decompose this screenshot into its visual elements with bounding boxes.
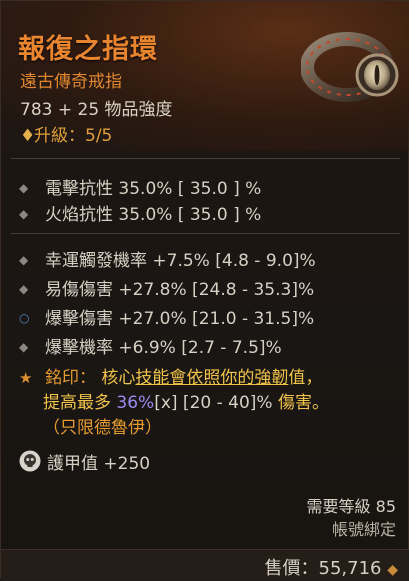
stat-text: 爆擊機率 +6.9% [2.7 - 7.5]% bbox=[45, 338, 282, 358]
implicit-stat: ◆ 電擊抗性 35.0% [ 35.0 ] % bbox=[19, 174, 261, 199]
bullet-icon: ◆ bbox=[19, 181, 29, 195]
upgrade-text: 升級：5/5 bbox=[34, 126, 113, 146]
stat-text: 火焰抗性 35.0% [ 35.0 ] % bbox=[45, 205, 262, 225]
implicit-stat: ◆ 火焰抗性 35.0% [ 35.0 ] % bbox=[19, 200, 261, 225]
aspect-percent: 36% bbox=[116, 393, 155, 413]
item-power: 783 + 25 物品強度 bbox=[20, 100, 173, 120]
item-type: 遠古傳奇戒指 bbox=[20, 72, 122, 92]
skull-icon bbox=[19, 450, 41, 472]
aspect-text: 值， bbox=[288, 368, 323, 388]
affix-stat: ○ 爆擊傷害 +27.0% [21.0 - 31.5]% bbox=[19, 304, 314, 329]
aspect-description: ★ 銘印： 核心技能會依照你的強韌值， 提高最多 36%[x] [20 - 40]… bbox=[19, 366, 399, 441]
bullet-icon: ◆ bbox=[19, 253, 29, 267]
divider bbox=[11, 158, 400, 159]
aspect-line-3: （只限德魯伊） bbox=[19, 416, 399, 441]
upgrade-level: ♦升級：5/5 bbox=[20, 121, 112, 146]
affix-stat: ◆ 幸運觸發機率 +7.5% [4.8 - 9.0]% bbox=[19, 246, 316, 271]
stat-text: 爆擊傷害 +27.0% [21.0 - 31.5]% bbox=[45, 309, 315, 329]
aspect-keyword-link[interactable]: 強韌 bbox=[254, 368, 288, 388]
aspect-range: [x] [20 - 40]% bbox=[154, 393, 273, 413]
aspect-line-2: 提高最多 36%[x] [20 - 40]% 傷害。 bbox=[19, 391, 399, 416]
aspect-keyword: 核心 bbox=[101, 368, 136, 388]
stat-text: 電擊抗性 35.0% [ 35.0 ] % bbox=[45, 179, 262, 199]
item-name: 報復之指環 bbox=[18, 34, 158, 65]
binding-status: 帳號綁定 bbox=[331, 520, 396, 539]
gold-coin-icon: ◆ bbox=[387, 562, 398, 578]
divider bbox=[11, 233, 400, 234]
diamond-icon: ♦ bbox=[20, 126, 36, 146]
bullet-icon: ◆ bbox=[19, 340, 29, 354]
bullet-icon: ◆ bbox=[19, 207, 29, 221]
aspect-text: 技能會依照你的 bbox=[135, 368, 255, 388]
aspect-prefix: 銘印： bbox=[45, 368, 96, 388]
class-restriction: （只限德魯伊） bbox=[43, 418, 162, 438]
star-icon: ★ bbox=[19, 369, 33, 387]
aspect-text: 提高最多 bbox=[43, 393, 117, 413]
aspect-text: 傷害。 bbox=[272, 393, 329, 413]
greater-affix-icon: ○ bbox=[19, 311, 30, 325]
price-text: 售價：55,716 bbox=[264, 558, 382, 579]
armor-value: 護甲值 +250 bbox=[47, 454, 151, 474]
item-tooltip: 報復之指環 遠古傳奇戒指 783 + 25 物品強度 ♦升級：5/5 ◆ 電擊抗性… bbox=[0, 0, 409, 581]
bullet-icon: ◆ bbox=[19, 282, 29, 296]
aspect-line-1: ★ 銘印： 核心技能會依照你的強韌值， bbox=[19, 366, 399, 391]
affix-stat: ◆ 易傷傷害 +27.8% [24.8 - 35.3]% bbox=[19, 275, 314, 300]
affix-stat: ◆ 爆擊機率 +6.9% [2.7 - 7.5]% bbox=[19, 333, 282, 358]
ring-image bbox=[301, 32, 399, 102]
sell-price: 售價：55,716 ◆ bbox=[265, 554, 399, 580]
stat-text: 易傷傷害 +27.8% [24.8 - 35.3]% bbox=[45, 280, 315, 300]
level-requirement: 需要等級 85 bbox=[306, 497, 396, 516]
stat-text: 幸運觸發機率 +7.5% [4.8 - 9.0]% bbox=[45, 251, 316, 271]
